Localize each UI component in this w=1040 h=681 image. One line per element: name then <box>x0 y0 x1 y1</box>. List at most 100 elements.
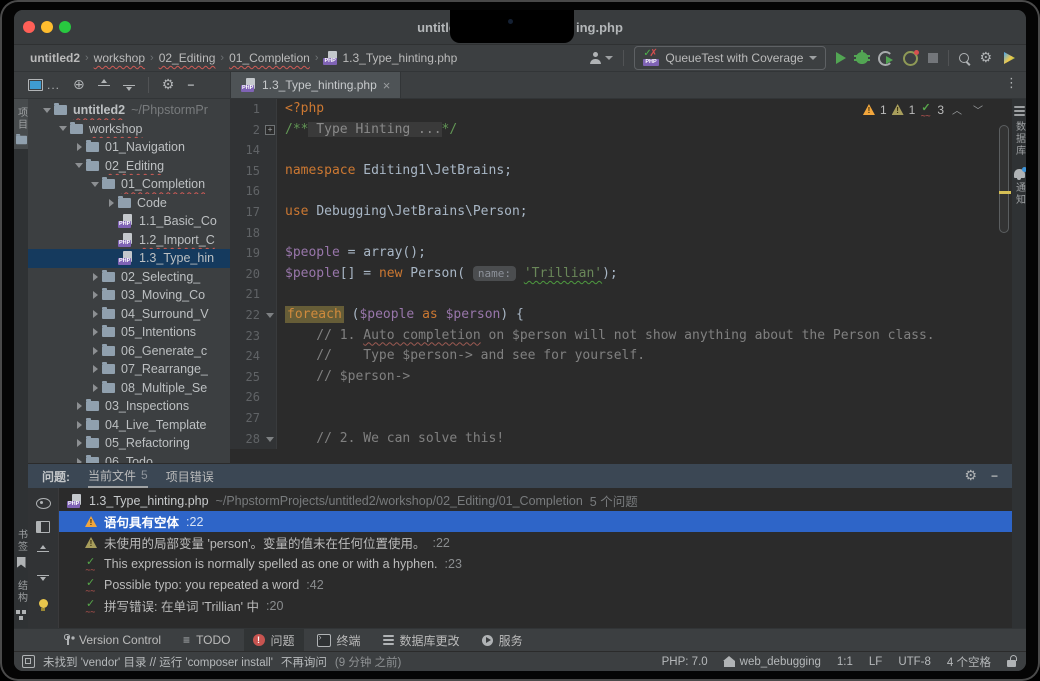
run-configuration-select[interactable]: ✓✗PHP QueueTest with Coverage <box>634 46 826 70</box>
tree-chevron-icon[interactable] <box>72 421 86 429</box>
tree-chevron-icon[interactable] <box>40 108 54 113</box>
tree-chevron-icon[interactable] <box>72 439 86 447</box>
tree-chevron-icon[interactable] <box>72 163 86 168</box>
tree-item[interactable]: 07_Rearrange_ <box>28 360 230 379</box>
tree-item[interactable]: 02_Selecting_ <box>28 268 230 287</box>
breadcrumb-item[interactable]: workshop <box>94 51 145 65</box>
unlock-icon[interactable] <box>1007 660 1016 667</box>
tool-window-button-todo[interactable]: ≡TODO <box>174 629 239 651</box>
code-line[interactable]: 21 <box>230 284 1012 305</box>
hide-panel-button[interactable]: − <box>187 78 194 92</box>
php-version-widget[interactable]: PHP: 7.0 <box>662 656 708 668</box>
select-opened-file-button[interactable]: ⊕ <box>73 78 85 92</box>
fold-collapse-icon[interactable] <box>266 437 274 442</box>
quick-fix-bulb-icon[interactable] <box>39 599 48 608</box>
tree-chevron-icon[interactable] <box>88 328 102 336</box>
tree-chevron-icon[interactable] <box>88 384 102 392</box>
tree-item[interactable]: 05_Refactoring <box>28 434 230 453</box>
code-line[interactable]: 14 <box>230 140 1012 161</box>
breadcrumb-item[interactable]: untitled2 <box>30 51 80 65</box>
typo-count-icon[interactable] <box>920 103 932 116</box>
settings-button[interactable]: ⚙ <box>979 51 992 65</box>
tree-item[interactable]: 04_Live_Template <box>28 416 230 435</box>
project-options-button[interactable]: ⚙ <box>162 78 175 92</box>
run-with-coverage-button[interactable] <box>878 51 893 66</box>
code-line[interactable]: 19$people = array(); <box>230 243 1012 264</box>
code-line[interactable]: 23 // 1. Auto completion on $person will… <box>230 326 1012 347</box>
problems-options-button[interactable]: ⚙ <box>964 469 977 483</box>
code-line[interactable]: 20$people[] = new Person( name: 'Trillia… <box>230 264 1012 285</box>
problems-file-row[interactable]: 1.3_Type_hinting.php~/PhpstormProjects/u… <box>59 490 1012 511</box>
tab-project-errors[interactable]: 项目错误 <box>166 464 214 488</box>
code-line[interactable]: 17use Debugging\JetBrains\Person; <box>230 202 1012 223</box>
problem-item[interactable]: !未使用的局部变量 'person'。变量的值未在任何位置使用。:22 <box>59 532 1012 553</box>
tool-window-button-服务[interactable]: 服务 <box>473 629 532 651</box>
tool-button-project[interactable]: 项目 <box>14 99 28 149</box>
tool-window-button-问题[interactable]: !问题 <box>244 629 304 651</box>
code-line[interactable]: 24 // Type $person-> and see for yoursel… <box>230 346 1012 367</box>
warning-count-icon[interactable]: ! <box>863 104 875 115</box>
tree-item[interactable]: 01_Navigation <box>28 138 230 157</box>
problem-item[interactable]: This expression is normally spelled as o… <box>59 553 1012 574</box>
tree-item[interactable]: Code <box>28 194 230 213</box>
search-everywhere-button[interactable] <box>959 53 969 63</box>
indent-widget[interactable]: 4 个空格 <box>947 654 991 670</box>
tree-item[interactable]: 1.2_Import_C <box>28 231 230 250</box>
view-options-button[interactable] <box>36 498 51 509</box>
line-ending-widget[interactable]: LF <box>869 656 882 668</box>
status-action-link[interactable]: 不再询问 <box>281 654 327 670</box>
code-line[interactable]: 25 // $person-> <box>230 367 1012 388</box>
tree-item[interactable]: 1.3_Type_hin <box>28 249 230 268</box>
breadcrumb-item[interactable]: 02_Editing <box>159 51 216 65</box>
previous-problem-button[interactable]: ︿ <box>949 102 965 117</box>
code-line[interactable]: 28 // 2. We can solve this! <box>230 429 1012 450</box>
encoding-widget[interactable]: UTF-8 <box>898 656 931 668</box>
ide-gradient-icon[interactable] <box>1002 51 1016 65</box>
profiler-button[interactable] <box>903 51 918 66</box>
tree-chevron-icon[interactable] <box>88 347 102 355</box>
code-line[interactable]: 22foreach ($people as $person) { <box>230 305 1012 326</box>
tree-item[interactable]: 05_Intentions <box>28 323 230 342</box>
problem-item[interactable]: !语句具有空体:22 <box>59 511 1012 532</box>
open-preview-button[interactable] <box>36 521 50 533</box>
tab-current-file[interactable]: 当前文件 5 <box>88 464 148 488</box>
code-line[interactable]: 27 <box>230 408 1012 429</box>
user-menu-button[interactable] <box>589 52 613 64</box>
tab-type-hinting-file[interactable]: 1.3_Type_hinting.php × <box>231 72 401 98</box>
tree-chevron-icon[interactable] <box>88 310 102 318</box>
breadcrumb-item[interactable]: 1.3_Type_hinting.php <box>323 51 457 65</box>
fold-collapse-icon[interactable] <box>266 313 274 318</box>
tree-item[interactable]: 03_Moving_Co <box>28 286 230 305</box>
close-tab-icon[interactable]: × <box>383 78 391 93</box>
tree-chevron-icon[interactable] <box>56 126 70 131</box>
tool-window-switcher-icon[interactable] <box>22 655 35 668</box>
debug-button[interactable] <box>856 52 868 64</box>
collapse-all-button[interactable] <box>123 79 135 91</box>
tree-item[interactable]: 01_Completion <box>28 175 230 194</box>
tree-item[interactable]: 02_Editing <box>28 157 230 176</box>
problems-collapse-all-button[interactable] <box>37 569 49 581</box>
tool-window-button-数据库更改[interactable]: 数据库更改 <box>374 629 469 651</box>
code-line[interactable]: 2+/** Type Hinting ...*/ <box>230 120 1012 141</box>
breadcrumb-item[interactable]: 01_Completion <box>229 51 310 65</box>
code-line[interactable]: 18 <box>230 223 1012 244</box>
tool-button-bookmarks[interactable]: 书签 <box>14 521 29 572</box>
hide-problems-button[interactable]: − <box>991 469 998 483</box>
tree-chevron-icon[interactable] <box>72 402 86 410</box>
code-line[interactable]: 16 <box>230 181 1012 202</box>
tool-window-button-终端[interactable]: 终端 <box>308 629 370 651</box>
caret-position-widget[interactable]: 1:1 <box>837 656 853 668</box>
expand-all-button[interactable] <box>98 79 110 91</box>
code-editor[interactable]: 1<?php2+/** Type Hinting ...*/1415namesp… <box>230 99 1012 463</box>
tool-button-notifications[interactable]: 通知 <box>1012 165 1027 214</box>
code-line[interactable]: 15namespace Editing1\JetBrains; <box>230 161 1012 182</box>
tree-item[interactable]: 03_Inspections <box>28 397 230 416</box>
tree-item[interactable]: 04_Surround_V <box>28 305 230 324</box>
problem-item[interactable]: 拼写错误: 在单词 'Trillian' 中:20 <box>59 595 1012 616</box>
next-problem-button[interactable]: ﹀ <box>970 102 986 117</box>
deployment-widget[interactable]: web_debugging <box>724 656 821 668</box>
fold-expand-icon[interactable]: + <box>265 125 275 135</box>
problems-expand-all-button[interactable] <box>37 545 49 557</box>
tool-window-button-version-control[interactable]: Version Control <box>54 629 170 651</box>
tree-chevron-icon[interactable] <box>88 291 102 299</box>
